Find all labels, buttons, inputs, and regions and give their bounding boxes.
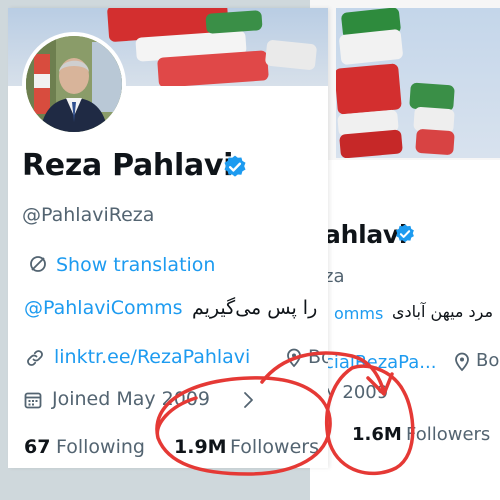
front-banner-flag-white-2	[264, 39, 318, 71]
location-text: Bo	[308, 346, 328, 368]
back-location-text: Bo	[476, 350, 500, 371]
back-banner-flag-red-2	[339, 129, 403, 158]
back-profile-body	[310, 160, 500, 500]
back-followers-count[interactable]: 1.6M	[352, 424, 402, 445]
translate-icon[interactable]	[28, 254, 48, 274]
followers-count[interactable]: 1.9M	[174, 436, 227, 458]
back-profile-card: ahlavi za omms مرد میهن آبادی cialRezaPa…	[310, 0, 500, 500]
back-banner-flag-red-3	[415, 128, 455, 156]
back-profile-banner[interactable]	[336, 8, 500, 158]
bio-mention-link[interactable]: @PahlaviComms	[24, 297, 183, 319]
profile-handle: @PahlaviReza	[22, 204, 155, 226]
location-pin-icon	[287, 348, 301, 368]
following-label[interactable]: Following	[56, 436, 145, 458]
back-website-link[interactable]: cialRezaPa...	[324, 352, 436, 373]
profile-display-name: Reza Pahlavi	[22, 148, 234, 183]
front-profile-card: Reza Pahlavi @PahlaviReza Show translati…	[8, 8, 328, 468]
calendar-icon	[24, 392, 42, 409]
verified-badge-icon[interactable]	[222, 154, 248, 180]
link-icon	[27, 350, 43, 366]
followers-label[interactable]: Followers	[230, 436, 319, 458]
back-banner-flag-white	[338, 28, 404, 66]
website-link[interactable]: linktr.ee/RezaPahlavi	[54, 346, 250, 368]
back-verified-badge-icon[interactable]	[394, 223, 416, 245]
back-location-pin-icon	[455, 352, 469, 372]
chevron-right-icon[interactable]	[242, 391, 254, 409]
bio-text: را پس می‌گیریم	[192, 297, 318, 319]
back-bio-text: مرد میهن آبادی	[392, 302, 494, 321]
back-joined-date: y 2009	[326, 382, 389, 403]
avatar[interactable]	[22, 32, 126, 136]
back-banner-flag-red	[336, 63, 402, 115]
joined-date: Joined May 2009	[52, 388, 211, 410]
back-bio-mention-link[interactable]: omms	[334, 304, 383, 323]
following-count[interactable]: 67	[24, 436, 50, 458]
front-banner-flag-green	[205, 10, 263, 34]
back-followers-label[interactable]: Followers	[406, 424, 490, 445]
show-translation-link[interactable]: Show translation	[56, 254, 215, 276]
avatar-portrait	[26, 36, 122, 132]
